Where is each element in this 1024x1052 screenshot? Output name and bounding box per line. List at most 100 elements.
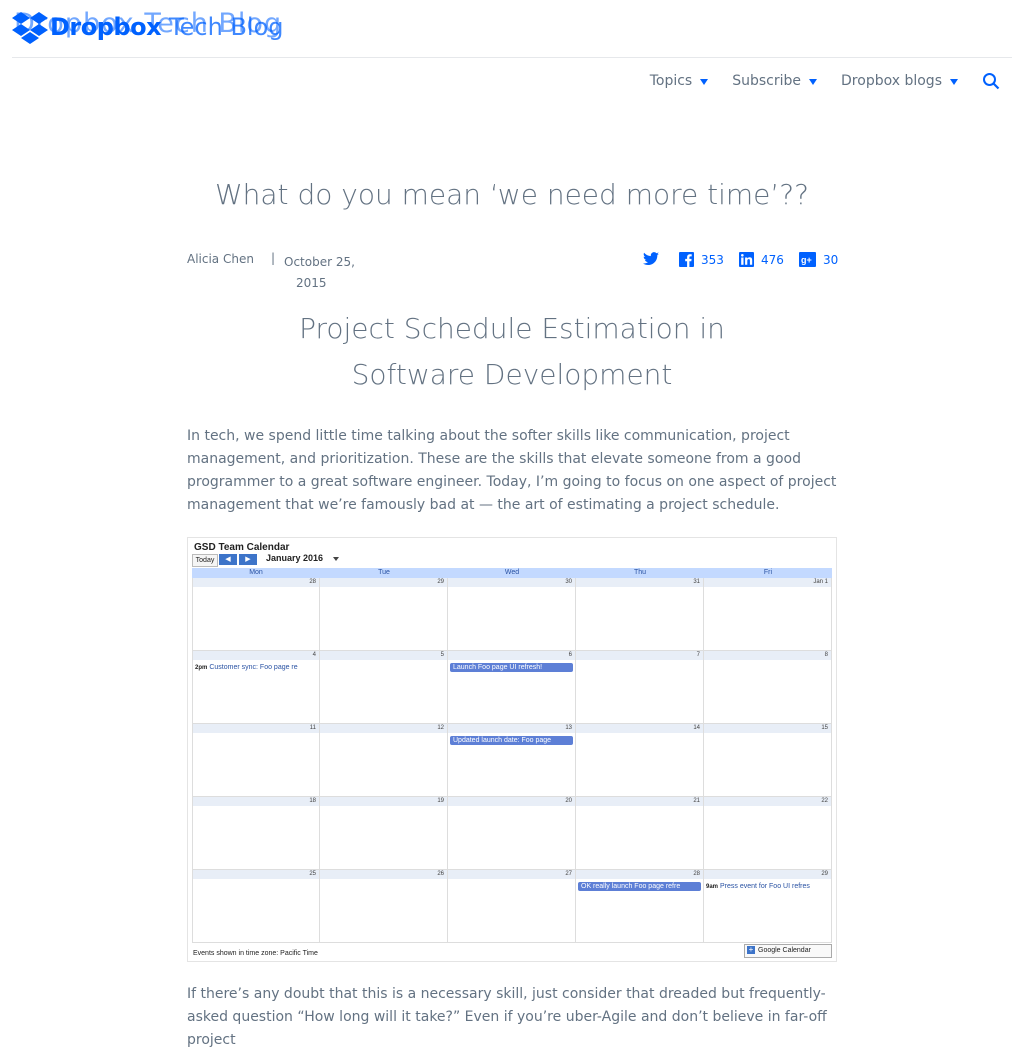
- calendar-cell: 13 Updated launch date: Foo page: [448, 724, 576, 797]
- calendar-day-label: Mon: [249, 569, 263, 576]
- calendar-cell: 30: [448, 578, 576, 651]
- calendar-date: 15: [821, 725, 828, 731]
- main-nav: Topics Subscribe Dropbox blogs: [626, 72, 1000, 90]
- calendar-cell-header: [704, 870, 831, 879]
- date-line-2: 2015: [296, 276, 327, 290]
- calendar-cell-header: [704, 651, 831, 660]
- calendar-cell: Jan 1: [704, 578, 832, 651]
- meta-separator: |: [271, 251, 276, 265]
- calendar-prev-icon: ◀: [219, 554, 237, 565]
- calendar-cell-header: [704, 797, 831, 806]
- calendar-cell-header: [576, 797, 703, 806]
- calendar-date: 6: [568, 652, 572, 658]
- publish-date: October 25, 2015: [284, 252, 364, 294]
- calendar-cell-header: [320, 578, 447, 587]
- calendar-cell-header: [320, 724, 447, 733]
- calendar-date: 26: [437, 871, 444, 877]
- calendar-event-title: Launch Foo page UI refresh!: [453, 664, 543, 671]
- calendar-image: GSD Team Calendar Today ◀ ▶ January 2016…: [187, 537, 837, 962]
- calendar-date: 11: [309, 725, 316, 731]
- calendar-cell-header: [448, 578, 575, 587]
- calendar-event-time: 2pm: [195, 665, 208, 671]
- google-calendar-badge: + Google Calendar: [744, 944, 832, 958]
- intro-paragraph: In tech, we spend little time talking ab…: [187, 428, 837, 513]
- calendar-day-header: Mon Tue Wed Thu Fri: [192, 568, 832, 578]
- share-google-plus[interactable]: g+ 30: [799, 252, 838, 267]
- site-header: Dropbox Tech Blog Dropbox Tech Blog: [12, 0, 1012, 58]
- calendar-cell-header: [193, 870, 319, 879]
- calendar-date: 28: [693, 871, 700, 877]
- calendar-cell: 7: [576, 651, 704, 724]
- linkedin-icon: [739, 252, 754, 267]
- calendar-event: Updated launch date: Foo page: [450, 736, 573, 745]
- calendar-date: 29: [437, 579, 444, 585]
- calendar-date: Jan 1: [813, 579, 828, 585]
- calendar-cell-header: [448, 651, 575, 660]
- calendar-date: 7: [696, 652, 700, 658]
- calendar-date: 14: [693, 725, 700, 731]
- calendar-date: 13: [565, 725, 572, 731]
- calendar-cell: 8: [704, 651, 832, 724]
- chevron-down-icon: [700, 79, 709, 85]
- nav-subscribe-label: Subscribe: [732, 73, 802, 89]
- calendar-date: 29: [821, 871, 828, 877]
- site-logo[interactable]: Dropbox Tech Blog Dropbox Tech Blog: [12, 8, 284, 44]
- nav-dropbox-blogs-label: Dropbox blogs: [841, 73, 942, 89]
- calendar-date: 5: [440, 652, 444, 658]
- share-facebook[interactable]: 353: [679, 252, 724, 267]
- calendar-cell-header: [576, 724, 703, 733]
- calendar-cell-header: [576, 578, 703, 587]
- nav-topics[interactable]: Topics: [650, 73, 709, 89]
- linkedin-count: 476: [761, 252, 784, 267]
- calendar-cell-header: [448, 797, 575, 806]
- twitter-icon: [643, 252, 659, 265]
- calendar-event: 2pm Customer sync: Foo page re: [195, 663, 317, 672]
- calendar-cell: 27: [448, 870, 576, 943]
- calendar-cell: 26: [320, 870, 448, 943]
- month-dropdown-icon: [333, 557, 339, 561]
- calendar-cell: 28 OK really launch Foo page refre: [576, 870, 704, 943]
- calendar-month: January 2016: [266, 553, 324, 563]
- calendar-date: 4: [312, 652, 316, 658]
- date-line-1: October 25,: [284, 255, 355, 269]
- calendar-cell-header: [320, 651, 447, 660]
- facebook-icon: [679, 252, 694, 267]
- calendar-event: 9am Press event for Foo UI refres: [706, 882, 829, 891]
- calendar-event: Launch Foo page UI refresh!: [450, 663, 573, 672]
- calendar-cell-header: [320, 797, 447, 806]
- nav-dropbox-blogs[interactable]: Dropbox blogs: [841, 73, 958, 89]
- share-twitter[interactable]: [643, 252, 666, 266]
- calendar-cell-header: [448, 870, 575, 879]
- calendar-cell-header: [193, 797, 319, 806]
- calendar-cell: 28: [192, 578, 320, 651]
- article-title: What do you mean ‘we need more time’??: [214, 178, 810, 211]
- calendar-event-title: OK really launch Foo page refre: [581, 883, 681, 890]
- share-linkedin[interactable]: 476: [739, 252, 784, 267]
- calendar-cell: 11: [192, 724, 320, 797]
- calendar-date: 25: [309, 871, 316, 877]
- calendar-cell-header: [193, 651, 319, 660]
- second-paragraph: If there’s any doubt that this is a nece…: [187, 986, 827, 1048]
- search-icon[interactable]: [982, 72, 1000, 90]
- calendar-cell: 22: [704, 797, 832, 870]
- calendar-cell: 18: [192, 797, 320, 870]
- calendar-cell: 25: [192, 870, 320, 943]
- calendar-cell: 29: [320, 578, 448, 651]
- facebook-count: 353: [701, 252, 724, 267]
- calendar-cell: 31: [576, 578, 704, 651]
- calendar-cell: 14: [576, 724, 704, 797]
- calendar-day-label: Thu: [633, 569, 647, 576]
- calendar-cell-header: [320, 870, 447, 879]
- calendar-today-button: Today: [192, 554, 218, 567]
- calendar-date: 19: [437, 798, 444, 804]
- svg-text:g+: g+: [801, 255, 812, 265]
- chevron-down-icon: [809, 79, 818, 85]
- calendar-cell-header: [704, 724, 831, 733]
- author-name[interactable]: Alicia Chen: [187, 252, 254, 266]
- calendar-cell: 5: [320, 651, 448, 724]
- calendar-date: 22: [821, 798, 828, 804]
- nav-subscribe[interactable]: Subscribe: [732, 73, 818, 89]
- calendar-date: 30: [565, 579, 572, 585]
- chevron-down-icon: [950, 79, 958, 85]
- calendar-cell: 20: [448, 797, 576, 870]
